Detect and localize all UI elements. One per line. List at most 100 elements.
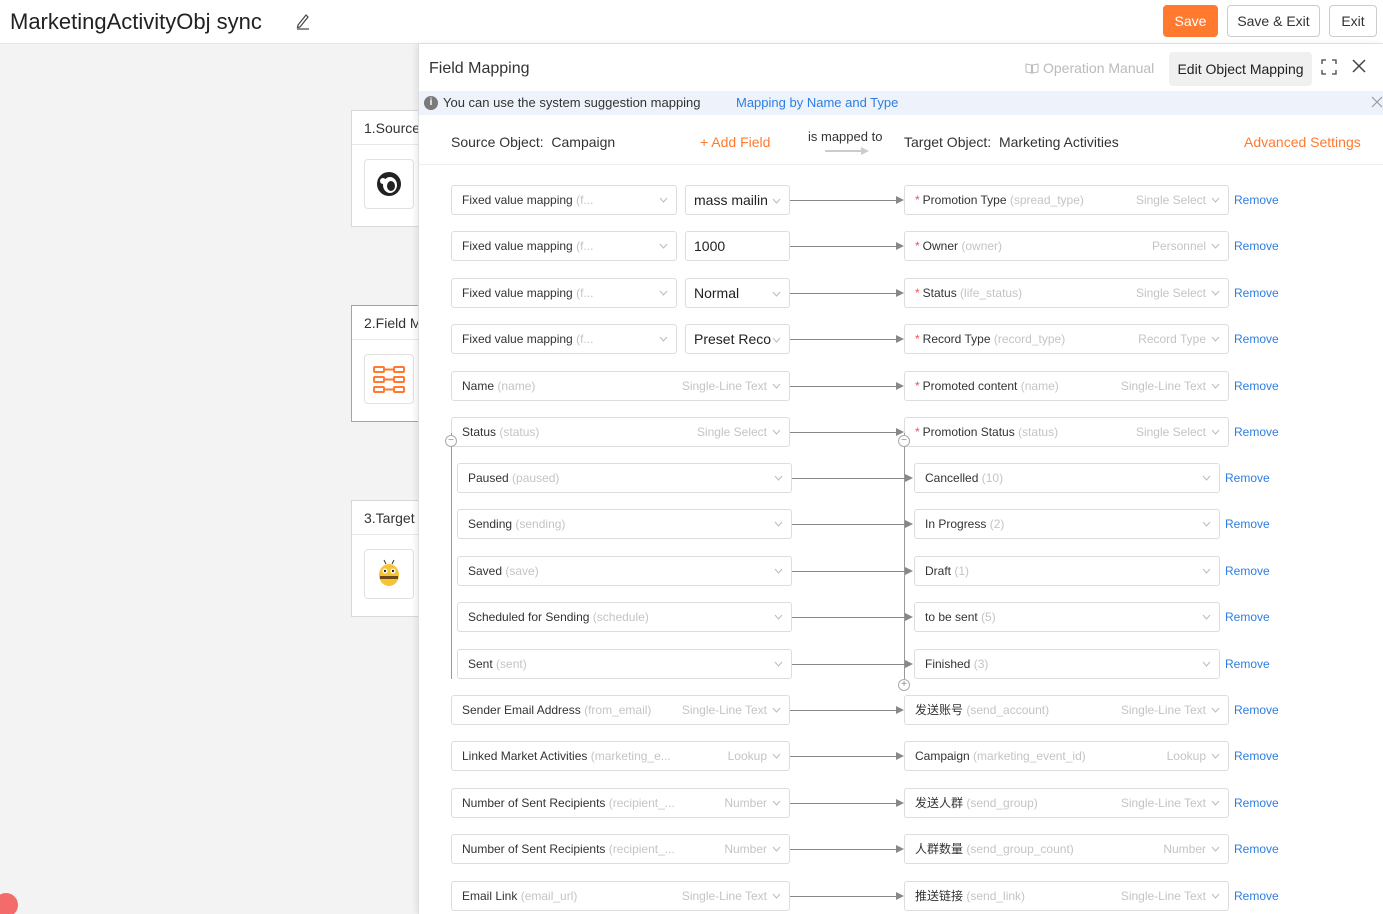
field-code: (life_status)	[960, 286, 1023, 300]
fixed-value-field[interactable]: Normal	[685, 278, 790, 308]
field-code: (send_account)	[966, 703, 1050, 717]
save-button[interactable]: Save	[1163, 5, 1218, 37]
source-field-select[interactable]: Number of Sent Recipients (recipient_...…	[451, 834, 790, 864]
collapse-options-icon[interactable]: −	[445, 435, 457, 447]
field-code: (recipient_...	[608, 842, 675, 856]
fullscreen-icon[interactable]	[1321, 59, 1337, 75]
source-field-select[interactable]: Fixed value mapping (f...	[451, 324, 677, 354]
fixed-value-field[interactable]: 1000	[685, 231, 790, 261]
field-mapping-panel: Field Mapping Operation Manual Edit Obje…	[418, 44, 1383, 914]
target-field-select[interactable]: 发送人群 (send_group) Single-Line Text	[904, 788, 1229, 818]
connector-line	[790, 246, 896, 247]
add-field-button[interactable]: + Add Field	[700, 134, 770, 150]
field-name: Saved	[468, 564, 503, 578]
collapse-options-icon[interactable]: −	[898, 435, 910, 447]
remove-link[interactable]: Remove	[1225, 610, 1270, 624]
remove-link[interactable]: Remove	[1234, 749, 1279, 763]
connector-line	[792, 617, 905, 618]
connector-line	[790, 200, 896, 201]
info-icon: i	[424, 96, 438, 110]
required-marker: *	[915, 425, 920, 439]
source-field-select[interactable]: Fixed value mapping (f...	[451, 231, 677, 261]
source-field-select[interactable]: Number of Sent Recipients (recipient_...…	[451, 788, 790, 818]
target-field-select[interactable]: * Status (life_status) Single Select	[904, 278, 1229, 308]
remove-link[interactable]: Remove	[1225, 657, 1270, 671]
field-type: Single-Line Text	[1116, 882, 1206, 910]
required-marker: *	[915, 332, 920, 346]
source-field-select[interactable]: Email Link (email_url) Single-Line Text	[451, 881, 790, 911]
chevron-down-icon	[772, 198, 781, 204]
field-code: (name)	[1020, 379, 1059, 393]
option-source-select[interactable]: Sending (sending)	[457, 509, 792, 539]
field-name: 发送人群	[915, 796, 964, 810]
remove-link[interactable]: Remove	[1225, 564, 1270, 578]
target-field-select[interactable]: * Promoted content (name) Single-Line Text	[904, 371, 1229, 401]
connector-arrow	[896, 892, 904, 900]
field-name: Number of Sent Recipients	[462, 842, 606, 856]
option-target-select[interactable]: Finished (3)	[914, 649, 1220, 679]
field-code: (schedule)	[592, 610, 649, 624]
required-marker: *	[915, 286, 920, 300]
source-field-select[interactable]: Linked Market Activities (marketing_e...…	[451, 741, 790, 771]
field-type: Lookup	[1162, 742, 1206, 770]
option-source-select[interactable]: Paused (paused)	[457, 463, 792, 493]
remove-link[interactable]: Remove	[1234, 889, 1279, 903]
floating-help-dot[interactable]	[0, 893, 18, 914]
target-field-select[interactable]: Campaign (marketing_event_id) Lookup	[904, 741, 1229, 771]
add-option-icon[interactable]: +	[898, 679, 910, 691]
option-target-select[interactable]: Cancelled (10)	[914, 463, 1220, 493]
mapping-by-name-type-link[interactable]: Mapping by Name and Type	[736, 95, 898, 110]
chevron-down-icon	[774, 475, 783, 481]
option-source-select[interactable]: Sent (sent)	[457, 649, 792, 679]
target-field-select[interactable]: * Record Type (record_type) Record Type	[904, 324, 1229, 354]
remove-link[interactable]: Remove	[1234, 703, 1279, 717]
remove-link[interactable]: Remove	[1225, 517, 1270, 531]
source-field-select[interactable]: Sender Email Address (from_email) Single-…	[451, 695, 790, 725]
option-target-select[interactable]: to be sent (5)	[914, 602, 1220, 632]
fixed-value-field[interactable]: Preset Reco	[685, 324, 790, 354]
operation-manual-link[interactable]: Operation Manual	[1025, 60, 1154, 76]
remove-link[interactable]: Remove	[1234, 239, 1279, 253]
source-field-select[interactable]: Fixed value mapping (f...	[451, 278, 677, 308]
field-type: Single Select	[1131, 186, 1206, 214]
connector-line	[790, 293, 896, 294]
remove-link[interactable]: Remove	[1234, 842, 1279, 856]
save-and-exit-button[interactable]: Save & Exit	[1227, 5, 1320, 37]
option-source-select[interactable]: Saved (save)	[457, 556, 792, 586]
option-target-select[interactable]: In Progress (2)	[914, 509, 1220, 539]
field-name: Fixed value mapping	[462, 332, 573, 346]
field-code: (sending)	[515, 517, 566, 531]
exit-button[interactable]: Exit	[1329, 5, 1377, 37]
source-field-select[interactable]: Fixed value mapping (f...	[451, 185, 677, 215]
required-marker: *	[915, 379, 920, 393]
chevron-down-icon	[1211, 707, 1220, 713]
remove-link[interactable]: Remove	[1234, 332, 1279, 346]
option-source-select[interactable]: Scheduled for Sending (schedule)	[457, 602, 792, 632]
remove-link[interactable]: Remove	[1234, 193, 1279, 207]
remove-link[interactable]: Remove	[1225, 471, 1270, 485]
remove-link[interactable]: Remove	[1234, 796, 1279, 810]
source-field-select[interactable]: Status (status) Single Select	[451, 417, 790, 447]
chevron-down-icon	[774, 661, 783, 667]
fixed-value-field[interactable]: mass mailin	[685, 185, 790, 215]
option-target-select[interactable]: Draft (1)	[914, 556, 1220, 586]
remove-link[interactable]: Remove	[1234, 286, 1279, 300]
field-name: Fixed value mapping	[462, 193, 573, 207]
advanced-settings-link[interactable]: Advanced Settings	[1244, 134, 1361, 150]
field-code: (5)	[981, 610, 996, 624]
remove-link[interactable]: Remove	[1234, 425, 1279, 439]
field-type: Single-Line Text	[677, 882, 767, 910]
target-field-select[interactable]: * Promotion Status (status) Single Select	[904, 417, 1229, 447]
source-field-select[interactable]: Name (name) Single-Line Text	[451, 371, 790, 401]
target-field-select[interactable]: * Owner (owner) Personnel	[904, 231, 1229, 261]
close-tip-icon[interactable]	[1371, 96, 1383, 108]
edit-pencil-icon[interactable]	[295, 12, 311, 30]
edit-object-mapping-button[interactable]: Edit Object Mapping	[1169, 52, 1312, 86]
close-icon[interactable]	[1351, 58, 1367, 74]
field-code: (save)	[505, 564, 539, 578]
target-field-select[interactable]: 推送链接 (send_link) Single-Line Text	[904, 881, 1229, 911]
remove-link[interactable]: Remove	[1234, 379, 1279, 393]
target-field-select[interactable]: * Promotion Type (spread_type) Single Sele…	[904, 185, 1229, 215]
target-field-select[interactable]: 人群数量 (send_group_count) Number	[904, 834, 1229, 864]
target-field-select[interactable]: 发送账号 (send_account) Single-Line Text	[904, 695, 1229, 725]
